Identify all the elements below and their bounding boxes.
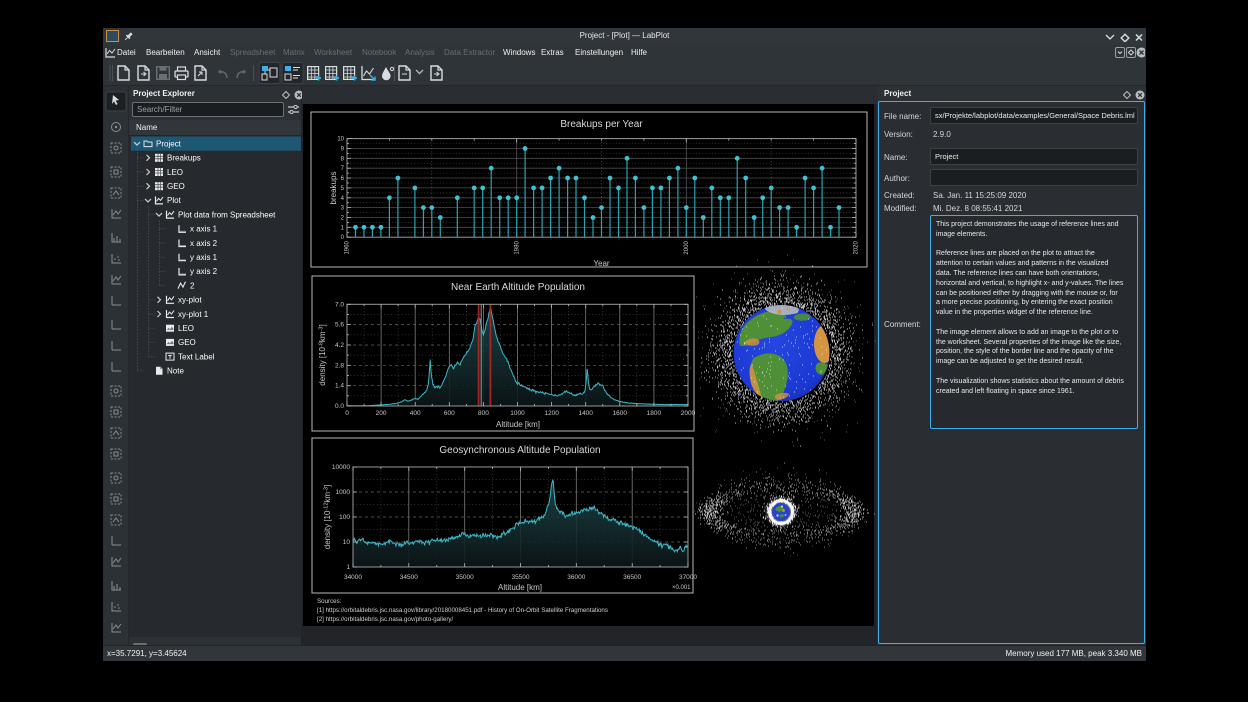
svg-text:600: 600 [444, 410, 455, 417]
svg-text:density [10-8km-3]: density [10-8km-3] [318, 324, 327, 385]
svg-text:Plot data from Spreadsheet: Plot data from Spreadsheet [178, 210, 276, 219]
svg-text:LEO: LEO [167, 168, 183, 177]
svg-text:35500: 35500 [511, 574, 529, 581]
svg-text:density [10-12km-3]: density [10-12km-3] [323, 485, 332, 549]
svg-text:37000: 37000 [679, 574, 697, 581]
svg-text:1960: 1960 [345, 241, 351, 255]
svg-text:x axis 1: x axis 1 [190, 225, 218, 234]
svg-text:GEO: GEO [178, 338, 196, 347]
svg-text:Text Label: Text Label [178, 352, 215, 361]
svg-text:200: 200 [376, 410, 387, 417]
svg-text:0: 0 [345, 410, 349, 417]
svg-text:Sources:: Sources: [317, 598, 342, 605]
svg-text:Project: Project [156, 139, 182, 148]
svg-text:1200: 1200 [544, 410, 559, 417]
svg-text:0.0: 0.0 [335, 403, 344, 410]
svg-text:y axis 2: y axis 2 [190, 267, 218, 276]
svg-text:10: 10 [343, 539, 351, 546]
svg-text:7.0: 7.0 [335, 301, 344, 308]
svg-text:5.6: 5.6 [335, 322, 344, 329]
svg-text:35000: 35000 [456, 574, 474, 581]
svg-text:36000: 36000 [567, 574, 585, 581]
svg-text:Breakups: Breakups [167, 154, 201, 163]
svg-text:Note: Note [167, 367, 184, 376]
svg-text:[1] https://orbitaldebris.jsc.: [1] https://orbitaldebris.jsc.nasa.gov/l… [317, 607, 608, 614]
svg-text:Plot: Plot [167, 196, 182, 205]
svg-text:breakups: breakups [329, 172, 338, 205]
svg-text:2.8: 2.8 [335, 362, 344, 369]
svg-text:1000: 1000 [336, 489, 351, 496]
svg-text:1980: 1980 [514, 241, 520, 255]
svg-text:2020: 2020 [854, 241, 860, 255]
svg-text:34500: 34500 [400, 574, 418, 581]
svg-text:Altitude [km]: Altitude [km] [496, 420, 540, 429]
svg-text:Altitude [km]: Altitude [km] [498, 583, 542, 592]
svg-text:×0.001: ×0.001 [672, 585, 691, 591]
svg-text:Year: Year [593, 259, 610, 268]
svg-text:2: 2 [190, 281, 195, 290]
svg-text:2000: 2000 [681, 410, 696, 417]
svg-text:1800: 1800 [647, 410, 662, 417]
svg-text:xy-plot: xy-plot [178, 296, 202, 305]
svg-text:1.4: 1.4 [335, 383, 344, 390]
svg-text:x axis 2: x axis 2 [190, 239, 218, 248]
svg-text:GEO: GEO [167, 182, 185, 191]
svg-text:xy-plot 1: xy-plot 1 [178, 310, 209, 319]
svg-text:1: 1 [346, 564, 350, 571]
svg-text:[2] https://orbitaldebris.jsc.: [2] https://orbitaldebris.jsc.nasa.gov/p… [317, 616, 453, 623]
svg-text:Geosynchronous Altitude Popula: Geosynchronous Altitude Population [439, 445, 600, 456]
svg-text:Near Earth Altitude Population: Near Earth Altitude Population [451, 282, 585, 293]
svg-text:y axis 1: y axis 1 [190, 253, 218, 262]
svg-text:1400: 1400 [578, 410, 593, 417]
svg-text:LEO: LEO [178, 324, 194, 333]
svg-text:34000: 34000 [344, 574, 362, 581]
svg-text:800: 800 [478, 410, 489, 417]
svg-text:400: 400 [410, 410, 421, 417]
svg-text:Breakups per Year: Breakups per Year [560, 119, 643, 130]
svg-text:100: 100 [339, 514, 350, 521]
svg-text:4.2: 4.2 [335, 342, 344, 349]
svg-text:2000: 2000 [684, 241, 690, 255]
svg-text:1000: 1000 [510, 410, 525, 417]
svg-text:1600: 1600 [613, 410, 628, 417]
svg-text:10: 10 [337, 137, 344, 143]
svg-text:36500: 36500 [623, 574, 641, 581]
svg-text:10000: 10000 [332, 464, 350, 471]
